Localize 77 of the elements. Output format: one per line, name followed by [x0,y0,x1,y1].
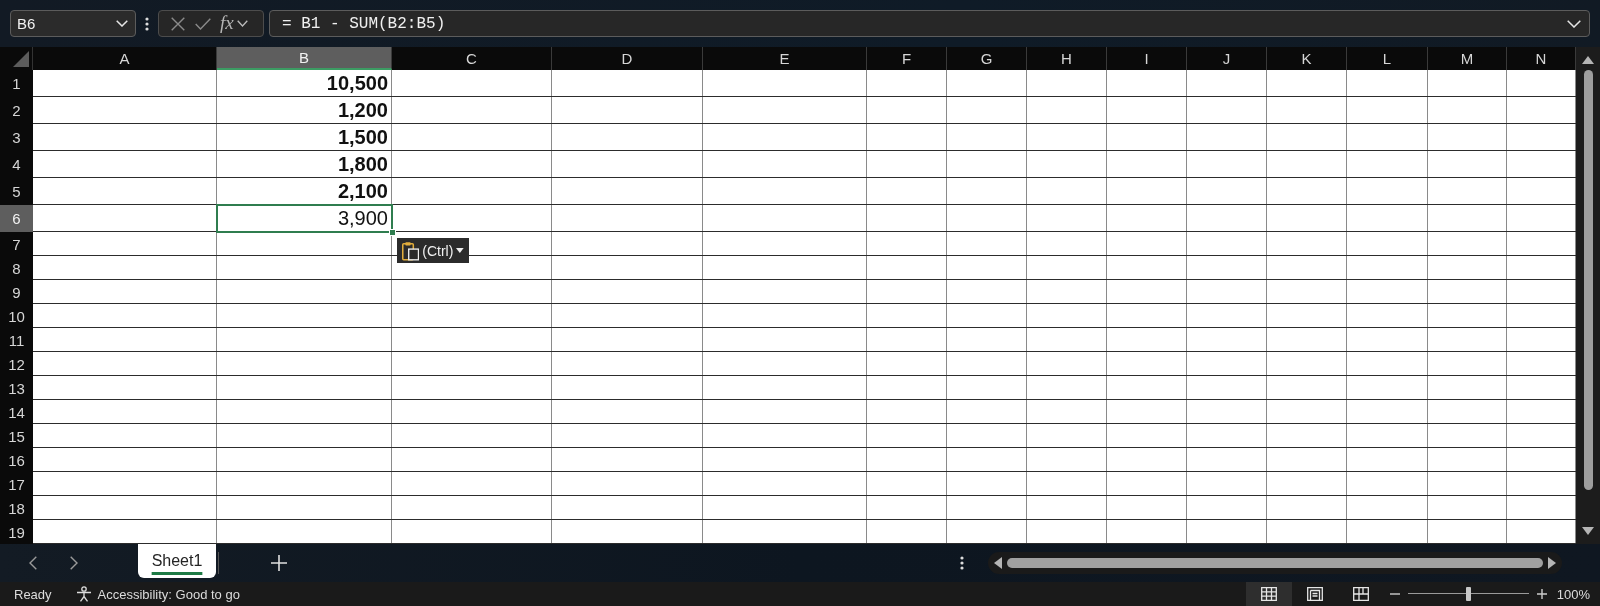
row-header[interactable]: 18 [0,496,33,520]
chevron-down-icon[interactable] [236,20,248,27]
add-sheet-icon[interactable] [271,555,287,571]
column-header[interactable]: D [552,47,703,70]
caret-icon [456,248,464,253]
paste-options-button[interactable]: (Ctrl) [397,238,469,263]
accessibility-status[interactable]: Accessibility: Good to go [97,586,240,602]
zoom-slider[interactable] [1407,586,1529,602]
chevron-right-icon[interactable] [70,556,78,570]
zoom-in-icon[interactable] [1536,589,1547,599]
more-icon[interactable] [145,16,149,31]
zoom-level[interactable]: 100% [1556,586,1590,602]
column-header[interactable]: J [1187,47,1267,70]
left-arrow-icon[interactable] [994,557,1002,569]
table-cell-text: 1,800 [336,152,389,177]
row-header[interactable]: 10 [0,304,33,328]
name-box[interactable]: B6 [10,10,136,37]
row-header[interactable]: 12 [0,352,33,376]
row-header[interactable]: 8 [0,256,33,280]
row-header[interactable]: 7 [0,232,33,256]
row-header[interactable]: 2 [0,97,33,124]
grid-icon [1260,587,1277,601]
column-header[interactable]: E [703,47,867,70]
more-icon[interactable] [960,556,964,570]
horizontal-scrollbar[interactable] [988,552,1562,574]
row-header[interactable]: 11 [0,328,33,352]
row-header[interactable]: 3 [0,124,33,151]
page-break-icon [1352,587,1369,601]
formula-bar[interactable]: = B1 - SUM(B2:B5) [269,10,1590,37]
page-icon [1306,587,1323,601]
row-header[interactable]: 16 [0,448,33,472]
column-header[interactable]: H [1027,47,1107,70]
sheet-tab[interactable]: Sheet1 [138,544,216,578]
row-header[interactable]: 9 [0,280,33,304]
row-header[interactable]: 14 [0,400,33,424]
column-header[interactable]: N [1507,47,1576,70]
table-cell-text: 10,500 [325,71,389,96]
chevron-down-icon [116,20,128,27]
table-cell-text: 2,100 [336,179,389,204]
triangle-icon [13,51,29,67]
accessibility-icon[interactable] [75,586,92,602]
down-arrow-icon[interactable] [1582,527,1594,535]
column-header[interactable]: A [33,47,217,70]
column-header[interactable]: M [1428,47,1507,70]
row-header[interactable]: 19 [0,520,33,544]
scroll-thumb[interactable] [1007,558,1543,568]
column-header[interactable]: B [217,47,392,70]
row-header[interactable]: 5 [0,178,33,205]
chevron-left-icon[interactable] [29,556,37,570]
up-arrow-icon[interactable] [1582,56,1594,64]
clipboard-icon [402,240,420,261]
row-header[interactable]: 4 [0,151,33,178]
column-header[interactable]: K [1267,47,1347,70]
check-icon [195,17,211,30]
scroll-thumb[interactable] [1583,70,1593,490]
fill-handle[interactable] [389,229,396,236]
column-header[interactable]: G [947,47,1027,70]
column-header[interactable]: L [1347,47,1428,70]
column-header[interactable]: F [867,47,947,70]
select-all-button[interactable] [0,47,33,70]
column-header[interactable]: C [392,47,552,70]
row-header[interactable]: 15 [0,424,33,448]
vertical-scrollbar[interactable] [1576,47,1600,544]
table-cell-text: 1,500 [336,125,389,150]
table-cell-text: 1,200 [336,98,389,123]
insert-function-button[interactable]: fx [216,12,237,35]
row-header[interactable]: 6 [0,205,33,232]
table-cell: 3,900 [217,205,392,232]
row-header[interactable]: 13 [0,376,33,400]
column-header[interactable]: I [1107,47,1187,70]
close-icon [171,16,185,31]
normal-view-button[interactable] [1245,582,1292,606]
row-header[interactable]: 17 [0,472,33,496]
slider-thumb[interactable] [1466,587,1472,601]
row-header[interactable]: 1 [0,70,33,97]
status-text: Ready [14,586,52,602]
right-arrow-icon[interactable] [1548,557,1556,569]
